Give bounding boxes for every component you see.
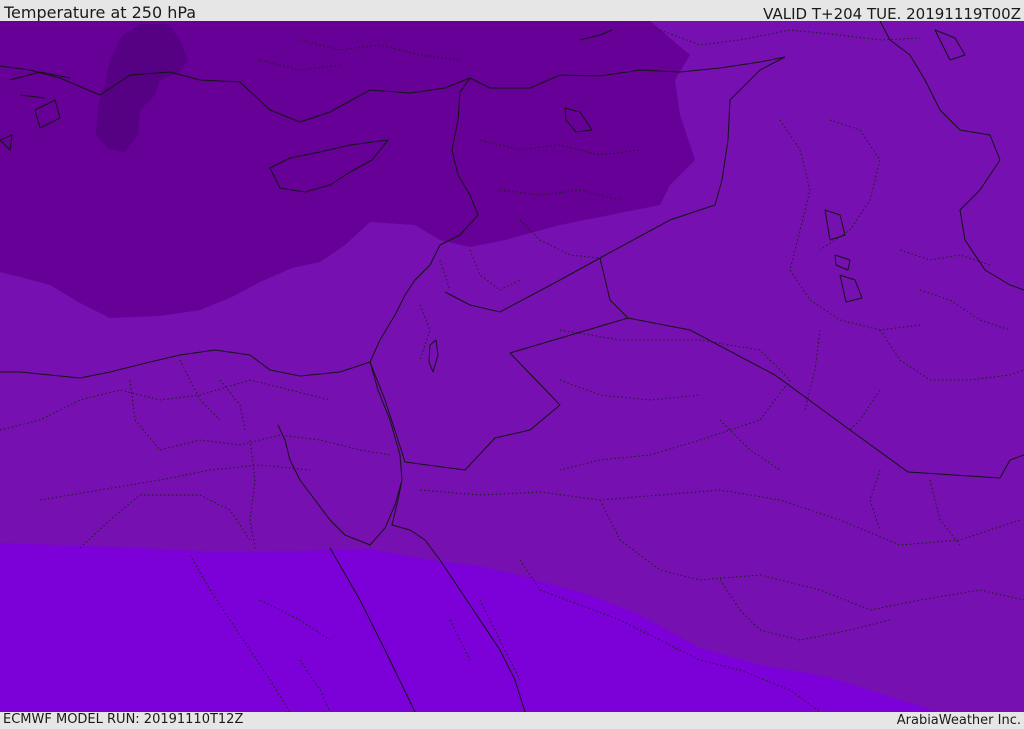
- credit-label: ArabiaWeather Inc.: [896, 713, 1021, 728]
- model-run-label: ECMWF MODEL RUN: 20191110T12Z: [3, 712, 244, 727]
- map-canvas: [0, 21, 1024, 712]
- map-title: Temperature at 250 hPa: [4, 3, 197, 22]
- header-bar: Temperature at 250 hPa VALID T+204 TUE. …: [0, 0, 1024, 23]
- footer-bar: ECMWF MODEL RUN: 20191110T12Z ArabiaWeat…: [0, 712, 1024, 729]
- weather-map[interactable]: [0, 21, 1024, 712]
